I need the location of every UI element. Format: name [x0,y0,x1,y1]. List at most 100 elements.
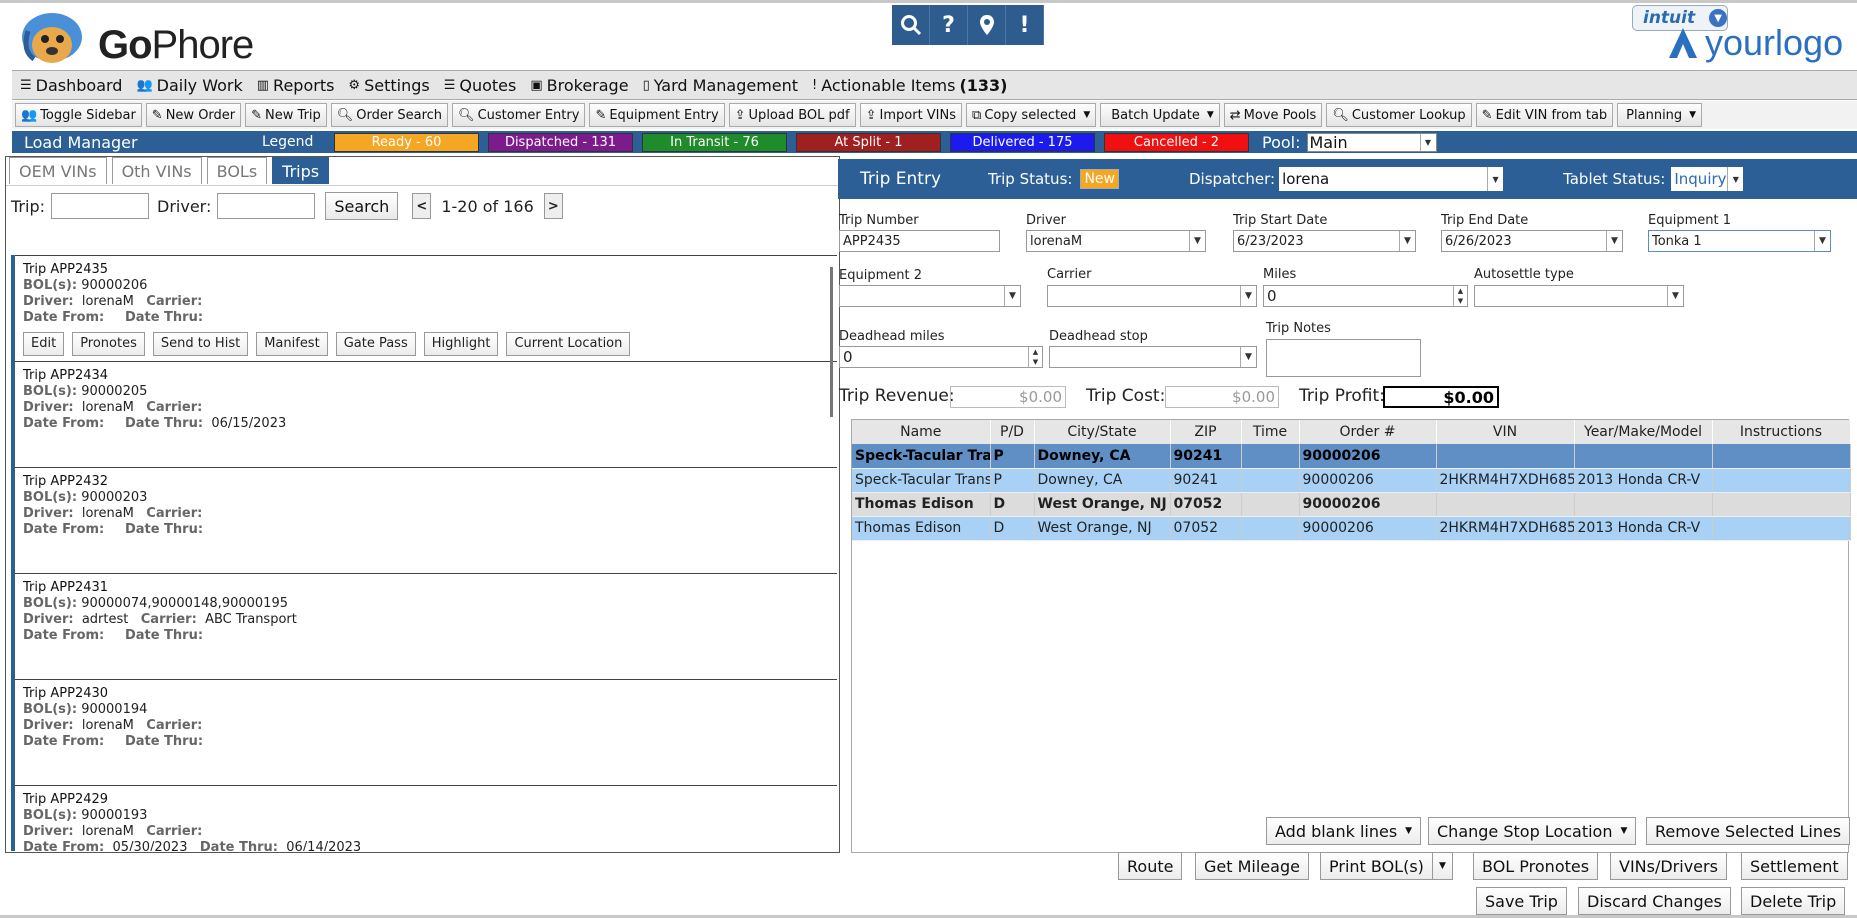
tab-oth-vins[interactable]: Oth VINs [111,157,202,184]
trip-action-pronotes-button[interactable]: Pronotes [72,332,145,356]
column-header[interactable]: Year/Make/Model [1574,420,1713,444]
stop-cell[interactable]: P [990,468,1035,493]
bol-pronotes-button[interactable]: BOL Pronotes [1473,852,1599,880]
stop-cell[interactable] [1436,444,1575,469]
remove-selected-lines-button[interactable]: Remove Selected Lines [1646,817,1851,845]
trip-list-item[interactable]: Trip APP2434 BOL(s): 90000205 Driver: lore… [15,361,837,467]
trip-list-scrollbar[interactable] [830,267,833,417]
trip-filter-input[interactable] [51,193,149,219]
import-vins-button[interactable]: ⇪ Import VINs [859,103,963,127]
equipment2-select[interactable]: ▼ [839,285,1021,307]
stop-cell[interactable] [1436,492,1575,517]
driver-select[interactable]: lorenaM ▼ [1026,230,1206,252]
legend-item[interactable]: In Transit - 76 [642,132,787,152]
batch-update-button[interactable]: Batch Update ▼ [1100,103,1220,127]
stop-cell[interactable]: Speck-Tacular Transport [852,468,991,493]
column-header[interactable]: Time [1241,420,1300,444]
stop-row[interactable]: Speck-Tacular TransportPDowney, CA90241 9… [852,468,1851,493]
trip-action-current-location-button[interactable]: Current Location [506,332,631,356]
stop-cell[interactable] [1712,492,1851,517]
stepper-icon[interactable]: ▲ ▼ [1028,347,1042,367]
search-icon[interactable] [892,5,930,45]
stop-cell[interactable]: 90000206 [1299,492,1437,517]
stop-cell[interactable]: West Orange, NJ [1034,516,1171,541]
new-trip-button[interactable]: ✎ New Trip [245,103,327,127]
order-search-button[interactable]: 🔍︎ Order Search [330,103,449,127]
column-header[interactable]: VIN [1436,420,1575,444]
alert-icon[interactable]: ! [1006,5,1044,45]
nav-quotes[interactable]: ☰ Quotes [444,76,517,95]
trip-list-item[interactable]: Trip APP2430 BOL(s): 90000194 Driver: lore… [15,679,837,785]
planning-button[interactable]: Planning ▼ [1617,103,1703,127]
trip-list-item[interactable]: Trip APP2431 BOL(s): 90000074,90000148,90… [15,573,837,679]
prev-page-icon[interactable]: < [412,193,432,219]
delete-trip-button[interactable]: Delete Trip [1741,887,1846,915]
column-header[interactable]: ZIP [1170,420,1242,444]
get-mileage-button[interactable]: Get Mileage [1195,852,1309,880]
discard-changes-button[interactable]: Discard Changes [1578,887,1731,915]
nav-settings[interactable]: ⚙ Settings [348,76,429,95]
tablet-status-select[interactable]: Inquiry ▼ [1671,167,1744,191]
gophore-logo[interactable]: GoPhore [18,11,278,71]
stop-cell[interactable]: 07052 [1170,516,1242,541]
miles-input[interactable]: 0 ▲ ▼ [1263,285,1468,307]
trip-notes-textarea[interactable] [1266,339,1421,377]
stop-cell[interactable]: 07052 [1170,492,1242,517]
upload-bol-button[interactable]: ⇪ Upload BOL pdf [728,103,856,127]
equipment1-select[interactable]: Tonka 1 ▼ [1648,230,1831,252]
stop-cell[interactable]: D [990,516,1035,541]
nav-daily-work[interactable]: 👥 Daily Work [136,76,242,95]
column-header[interactable]: Instructions [1712,420,1851,444]
stop-cell[interactable]: 2013 Honda CR-V [1574,516,1713,541]
customer-lookup-button[interactable]: 🔍︎ Customer Lookup [1326,103,1472,127]
toggle-sidebar-button[interactable]: 👥 Toggle Sidebar [15,103,142,127]
legend-item[interactable]: At Split - 1 [796,132,941,152]
settlement-button[interactable]: Settlement [1741,852,1848,880]
customer-entry-button[interactable]: 🔍︎ Customer Entry [452,103,586,127]
route-button[interactable]: Route [1118,852,1183,880]
nav-reports[interactable]: ▥ Reports [257,76,335,95]
legend-item[interactable]: Dispatched - 131 [488,132,633,152]
tab-trips[interactable]: Trips [272,157,330,184]
stop-cell[interactable] [1712,516,1851,541]
nav-brokerage[interactable]: ▣ Brokerage [530,76,628,95]
stop-row[interactable]: Thomas Edison D West Orange, NJ 07052 900002… [852,516,1851,541]
column-header[interactable]: Name [852,420,991,444]
caret-down-icon[interactable]: ▼ [1431,853,1452,879]
legend-item[interactable]: Cancelled - 2 [1104,132,1249,152]
trip-number-input[interactable]: APP2435 [839,230,1000,252]
trip-action-manifest-button[interactable]: Manifest [256,332,328,356]
vins-drivers-button[interactable]: VINs/Drivers [1610,852,1727,880]
stop-cell[interactable]: 2HKRM4H7XDH685 [1436,468,1575,493]
stop-cell[interactable] [1712,468,1851,493]
move-pools-button[interactable]: ⇄ Move Pools [1223,103,1323,127]
stop-cell[interactable]: 90241 [1170,468,1242,493]
add-blank-lines-button[interactable]: Add blank lines ▼ [1266,817,1422,845]
trip-action-edit-button[interactable]: Edit [23,332,65,356]
nav-dashboard[interactable]: ☰ Dashboard [20,76,122,95]
stop-cell[interactable] [1574,444,1713,469]
stepper-icon[interactable]: ▲ ▼ [1453,286,1467,306]
stop-cell[interactable]: 90241 [1170,444,1242,469]
stop-cell[interactable] [1241,468,1300,493]
edit-vin-button[interactable]: ✎ Edit VIN from tab [1475,103,1614,127]
trip-action-highlight-button[interactable]: Highlight [423,332,499,356]
trip-action-gate-pass-button[interactable]: Gate Pass [335,332,416,356]
trip-action-send-to-hist-button[interactable]: Send to Hist [152,332,249,356]
legend-item[interactable]: Ready - 60 [334,132,479,152]
stop-cell[interactable]: P [990,444,1035,469]
pool-select[interactable]: Main ▼ [1306,132,1437,152]
stop-cell[interactable] [1574,492,1713,517]
location-pin-icon[interactable] [968,5,1006,45]
stop-cell[interactable]: 90000206 [1299,516,1437,541]
stop-cell[interactable]: Thomas Edison [852,492,991,517]
stop-cell[interactable]: West Orange, NJ [1034,492,1171,517]
trip-end-date[interactable]: 6/26/2023 ▼ [1441,230,1623,252]
trip-list-item[interactable]: Trip APP2432 BOL(s): 90000203 Driver: lore… [15,467,837,573]
stop-cell[interactable] [1241,492,1300,517]
deadhead-miles-input[interactable]: 0 ▲ ▼ [839,346,1043,368]
stop-cell[interactable]: Thomas Edison [852,516,991,541]
stop-cell[interactable]: Speck-Tacular Transport [852,444,991,469]
column-header[interactable]: Order # [1299,420,1437,444]
copy-selected-button[interactable]: ⧉ Copy selected ▼ [966,103,1097,127]
